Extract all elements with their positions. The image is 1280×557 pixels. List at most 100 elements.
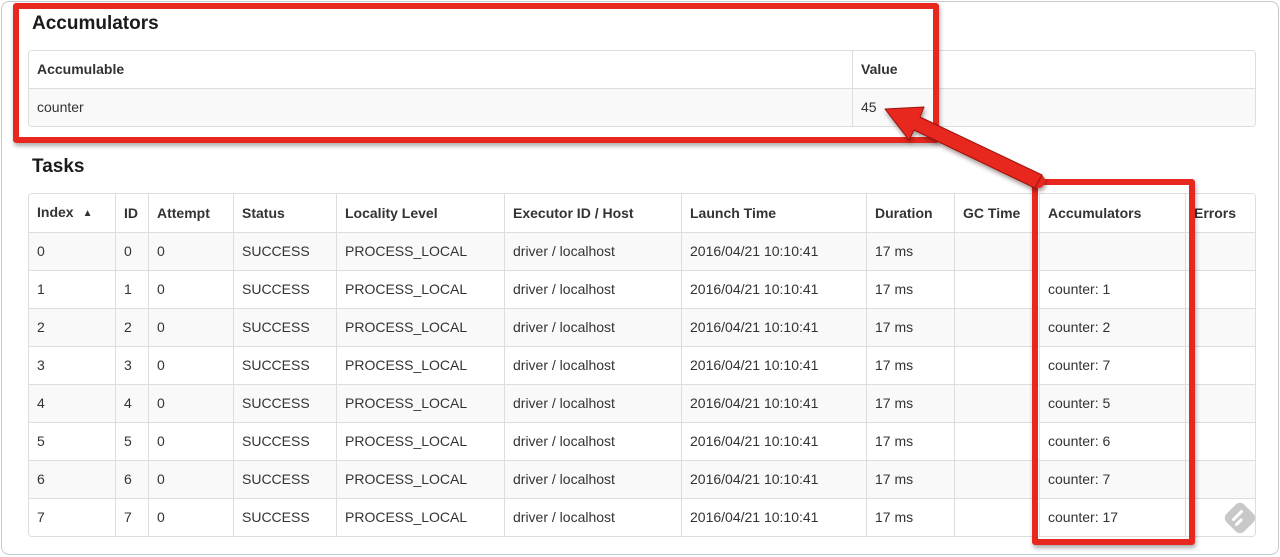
task-cell-executor-id-host: driver / localhost: [504, 270, 681, 308]
task-cell-launch-time: 2016/04/21 10:10:41: [681, 346, 866, 384]
accumulable-column-header: Accumulable: [29, 51, 852, 88]
task-cell-attempt: 0: [148, 384, 233, 422]
task-cell-index: 3: [29, 346, 115, 384]
task-cell-index: 0: [29, 232, 115, 270]
index-column-header[interactable]: Index ▲: [29, 194, 115, 232]
task-cell-gc-time: [954, 384, 1039, 422]
task-cell-status: SUCCESS: [233, 270, 336, 308]
locality-level-column-header[interactable]: Locality Level: [336, 194, 504, 232]
task-cell-index: 5: [29, 422, 115, 460]
task-cell-index: 7: [29, 498, 115, 536]
task-row: 7 7 0 SUCCESS PROCESS_LOCAL driver / localhos…: [29, 498, 1255, 536]
task-cell-id: 7: [115, 498, 148, 536]
page-content: Accumulators Accumulable Value counter 4…: [2, 2, 1278, 537]
task-cell-index: 4: [29, 384, 115, 422]
task-cell-duration: 17 ms: [866, 346, 954, 384]
task-row: 0 0 0 SUCCESS PROCESS_LOCAL driver / localhos…: [29, 232, 1255, 270]
executor-id-host-column-header[interactable]: Executor ID / Host: [504, 194, 681, 232]
task-cell-id: 1: [115, 270, 148, 308]
task-cell-accumulators: counter: 7: [1039, 460, 1185, 498]
tasks-table-body: 0 0 0 SUCCESS PROCESS_LOCAL driver / localhos…: [29, 232, 1255, 536]
task-cell-status: SUCCESS: [233, 232, 336, 270]
task-cell-attempt: 0: [148, 460, 233, 498]
task-cell-executor-id-host: driver / localhost: [504, 384, 681, 422]
task-row: 2 2 0 SUCCESS PROCESS_LOCAL driver / localhos…: [29, 308, 1255, 346]
task-cell-duration: 17 ms: [866, 422, 954, 460]
task-cell-executor-id-host: driver / localhost: [504, 232, 681, 270]
accumulator-row: counter 45: [29, 88, 1255, 126]
task-row: 5 5 0 SUCCESS PROCESS_LOCAL driver / localhos…: [29, 422, 1255, 460]
task-cell-locality-level: PROCESS_LOCAL: [336, 384, 504, 422]
task-cell-launch-time: 2016/04/21 10:10:41: [681, 232, 866, 270]
task-cell-index: 2: [29, 308, 115, 346]
task-cell-id: 4: [115, 384, 148, 422]
task-row: 6 6 0 SUCCESS PROCESS_LOCAL driver / localhos…: [29, 460, 1255, 498]
task-cell-duration: 17 ms: [866, 460, 954, 498]
task-row: 1 1 0 SUCCESS PROCESS_LOCAL driver / localhos…: [29, 270, 1255, 308]
task-cell-duration: 17 ms: [866, 270, 954, 308]
task-cell-errors: [1185, 460, 1255, 498]
index-column-label: Index: [37, 204, 74, 220]
task-cell-errors: [1185, 422, 1255, 460]
task-cell-gc-time: [954, 346, 1039, 384]
status-column-header[interactable]: Status: [233, 194, 336, 232]
task-cell-gc-time: [954, 422, 1039, 460]
accumulators-table: Accumulable Value counter 45: [28, 50, 1256, 127]
task-cell-launch-time: 2016/04/21 10:10:41: [681, 308, 866, 346]
task-cell-status: SUCCESS: [233, 308, 336, 346]
task-cell-accumulators: counter: 17: [1039, 498, 1185, 536]
task-cell-duration: 17 ms: [866, 232, 954, 270]
task-cell-launch-time: 2016/04/21 10:10:41: [681, 384, 866, 422]
task-cell-id: 3: [115, 346, 148, 384]
launch-time-column-header[interactable]: Launch Time: [681, 194, 866, 232]
task-cell-attempt: 0: [148, 270, 233, 308]
task-cell-locality-level: PROCESS_LOCAL: [336, 498, 504, 536]
attempt-column-header[interactable]: Attempt: [148, 194, 233, 232]
task-cell-launch-time: 2016/04/21 10:10:41: [681, 422, 866, 460]
task-cell-gc-time: [954, 308, 1039, 346]
task-cell-errors: [1185, 346, 1255, 384]
accumulators-header-row: Accumulable Value: [29, 51, 1255, 88]
gc-time-column-header[interactable]: GC Time: [954, 194, 1039, 232]
id-column-header[interactable]: ID: [115, 194, 148, 232]
task-cell-executor-id-host: driver / localhost: [504, 346, 681, 384]
task-cell-status: SUCCESS: [233, 346, 336, 384]
duration-column-header[interactable]: Duration: [866, 194, 954, 232]
task-cell-attempt: 0: [148, 308, 233, 346]
task-cell-accumulators: counter: 5: [1039, 384, 1185, 422]
task-cell-executor-id-host: driver / localhost: [504, 308, 681, 346]
task-cell-accumulators: counter: 7: [1039, 346, 1185, 384]
task-cell-locality-level: PROCESS_LOCAL: [336, 308, 504, 346]
task-cell-errors: [1185, 270, 1255, 308]
task-cell-duration: 17 ms: [866, 308, 954, 346]
task-cell-locality-level: PROCESS_LOCAL: [336, 460, 504, 498]
task-cell-gc-time: [954, 232, 1039, 270]
task-cell-status: SUCCESS: [233, 460, 336, 498]
sort-ascending-icon: ▲: [82, 208, 93, 219]
spark-ui-page: Accumulators Accumulable Value counter 4…: [1, 1, 1279, 555]
task-cell-accumulators: counter: 6: [1039, 422, 1185, 460]
task-cell-locality-level: PROCESS_LOCAL: [336, 422, 504, 460]
task-cell-attempt: 0: [148, 232, 233, 270]
task-cell-id: 2: [115, 308, 148, 346]
accumulators-section-title: Accumulators: [32, 13, 159, 34]
accumulators-column-header[interactable]: Accumulators: [1039, 194, 1185, 232]
task-cell-accumulators: [1039, 232, 1185, 270]
task-cell-accumulators: counter: 2: [1039, 308, 1185, 346]
task-cell-errors: [1185, 498, 1255, 536]
task-cell-id: 6: [115, 460, 148, 498]
task-cell-launch-time: 2016/04/21 10:10:41: [681, 460, 866, 498]
task-cell-locality-level: PROCESS_LOCAL: [336, 232, 504, 270]
task-cell-status: SUCCESS: [233, 384, 336, 422]
task-cell-executor-id-host: driver / localhost: [504, 422, 681, 460]
value-column-header: Value: [852, 51, 1255, 88]
task-cell-status: SUCCESS: [233, 422, 336, 460]
errors-column-header[interactable]: Errors: [1185, 194, 1255, 232]
task-cell-index: 1: [29, 270, 115, 308]
task-cell-launch-time: 2016/04/21 10:10:41: [681, 498, 866, 536]
task-cell-gc-time: [954, 498, 1039, 536]
tasks-section-title: Tasks: [32, 156, 85, 177]
task-cell-launch-time: 2016/04/21 10:10:41: [681, 270, 866, 308]
task-cell-executor-id-host: driver / localhost: [504, 498, 681, 536]
task-cell-locality-level: PROCESS_LOCAL: [336, 270, 504, 308]
